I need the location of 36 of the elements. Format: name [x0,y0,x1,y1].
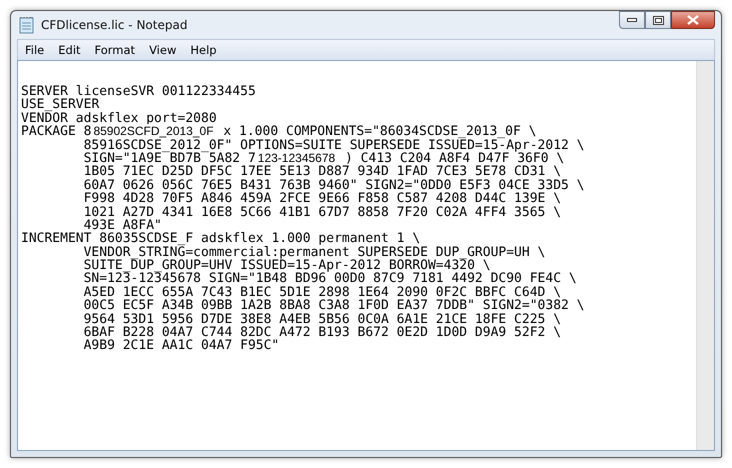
text-line: 1B05 71EC D25D DF5C 17EE 5E13 D887 934D 1FAD 7CE3 5E78 CD31 \ [82,165,562,179]
text-line: USE_SERVER [21,98,100,112]
notepad-icon [19,16,35,34]
text-line: SUITE_DUP_GROUP=UHV ISSUED=15-Apr-2012 BORROW=4320 \ [82,259,491,272]
text-line: SN=123-12345678 SIGN="1B48 BD96 00D0 87C9 7181 4492 DC90 FE4C \ [82,272,578,286]
text-line: SIGN="1A9E BD7B 5A82 7 123-12345678 ) C413 C204 A8F4 D47F 36F0 \ [82,152,564,166]
menu-item[interactable]: View [142,43,184,57]
text-line: 85916SCDSE_2012_0F" OPTIONS=SUITE SUPERSEDE ISSUED=15-Apr-2012 \ [82,138,586,152]
menu-item[interactable]: Help [183,43,224,57]
text-line: SERVER licenseSVR 001122334455 [21,85,257,98]
minimize-button[interactable] [619,11,645,29]
text-line: 60A7 0626 056C 76E5 B431 763B 9460" SIGN2="0DD0 E5F3 04CE 33D5 \ [82,178,586,192]
text-line: VENDOR adskflex port=2080 [21,112,218,126]
close-icon [687,15,699,25]
menu-item[interactable]: Edit [51,43,88,57]
text-line: 1021 A27D 4341 16E8 5C66 41B1 67D7 8858 7F20 C02A 4FF4 3565 \ [82,206,562,219]
minimize-icon [627,18,637,22]
text-line: 9564 53D1 5956 D7DE 38E8 A4EB 5B56 0C0A 6A1E 21CE 18FE C225 \ [82,312,562,326]
text-line: 6BAF B228 04A7 C744 82DC A472 B193 B672 0E2D 1D0D D9A9 52F2 \ [82,326,562,340]
scrollbar[interactable] [696,61,714,450]
pasted-text: 123-12345678 [256,150,338,165]
menu-item[interactable]: File [18,43,52,57]
text-line: PACKAGE 8 85902SCFD_2013_0F x 1.000 COMPONENTS="86034SCDSE_2013_0F \ [21,125,536,139]
maximize-icon [652,16,664,24]
text-line: INCREMENT 86035SCDSE_F adskflex 1.000 permanent 1 \ [21,232,420,246]
text-line: A9B9 2C1E AA1C 04A7 F95C" [82,339,280,353]
close-button[interactable] [671,11,715,29]
text-line: F998 4D28 70F5 A846 459A 2FCE 9E66 F858 C587 4208 D44C 139E \ [82,192,562,206]
maximize-button[interactable] [645,11,671,29]
text-line: A5ED 1ECC 655A 7C43 B1EC 5D1E 2898 1E64 2090 0F2C BBFC C64D \ [82,286,562,300]
menu-item[interactable]: Format [88,43,142,57]
pasted-text: 85902SCFD_2013_0F [91,124,216,138]
text-line: 00C5 EC5F A34B 09BB 1A2B 8BA8 C3A8 1F0D EA37 7DDB" SIGN2="0382 \ [82,299,586,313]
window-title: CFDlicense.lic - Notepad [41,18,188,32]
text-line: VENDOR_STRING=commercial:permanent SUPERSEDE DUP_GROUP=UH \ [82,246,546,260]
text-line: 493E A8FA" [84,218,162,232]
